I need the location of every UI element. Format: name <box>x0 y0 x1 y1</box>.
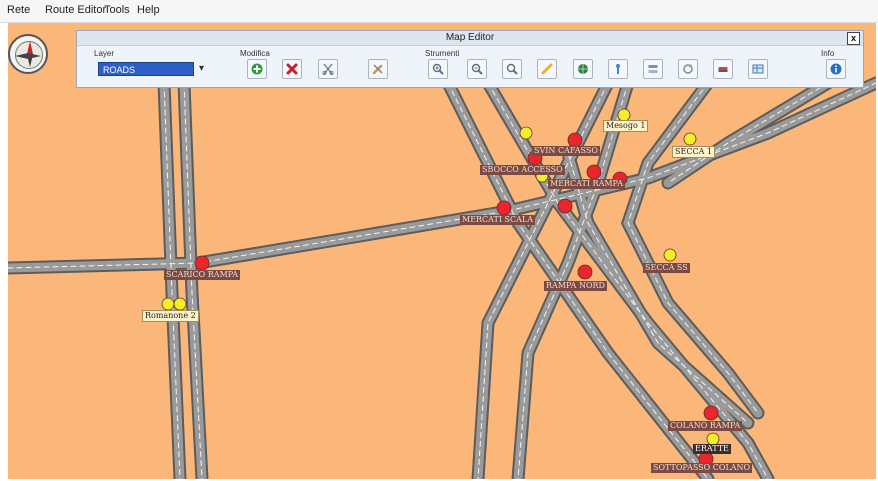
node-romanone-b <box>173 297 187 311</box>
zoom-out-button[interactable] <box>467 59 487 79</box>
menu-rete[interactable]: Rete <box>7 4 30 16</box>
zoom-in-button[interactable] <box>428 59 448 79</box>
menu-bar: Rete Route Editor Tools Help <box>0 0 878 23</box>
compass-rose-icon[interactable] <box>8 34 48 74</box>
editor-title: Map Editor <box>445 32 495 43</box>
layer-select[interactable]: ROADS <box>98 62 194 76</box>
zoom-extent-icon <box>506 63 518 75</box>
zoom-in-icon <box>432 63 444 75</box>
add-icon <box>251 63 263 75</box>
node-romanone-a <box>161 297 175 311</box>
label-mercati-scala: MERCATI SCALA <box>460 215 536 225</box>
node-center <box>557 198 573 214</box>
cut-button[interactable] <box>318 59 338 79</box>
label-rampa-nord: RAMPA NORD <box>544 281 607 291</box>
zoom-out-icon <box>471 63 483 75</box>
label-svincolo: SVIN CAFASSO <box>532 146 600 156</box>
label-sbocco: SBOCCO ACCESSO <box>480 165 565 175</box>
table-button[interactable] <box>748 59 768 79</box>
group-label-layer: Layer <box>94 49 115 58</box>
info-button[interactable] <box>826 59 846 79</box>
layers-icon <box>648 65 658 73</box>
node-mercati-scala <box>496 200 512 216</box>
node-svincolo-b <box>567 132 583 148</box>
eraser-button[interactable] <box>713 59 733 79</box>
chevron-down-icon[interactable]: ▾ <box>199 63 204 74</box>
label-romanone2: Romanone 2 <box>142 310 199 322</box>
label-mercati-ramp: MERCATI RAMPA <box>548 179 625 189</box>
draw-button[interactable] <box>537 59 557 79</box>
label-scarico: SCARICO RAMPA <box>164 270 241 280</box>
label-sottopasso: SOTTOPASSO COLANO <box>651 463 753 473</box>
compass-needle-west <box>15 53 28 59</box>
node-rampa-nord <box>577 264 593 280</box>
refresh-icon <box>683 64 693 74</box>
globe-button[interactable] <box>573 59 593 79</box>
menu-route-editor[interactable]: Route Editor <box>45 4 106 16</box>
label-colano-rampa: COLANO RAMPA <box>668 421 743 431</box>
scissors-icon <box>322 63 334 75</box>
compass-needle-east <box>28 53 41 59</box>
eraser-icon <box>718 67 728 72</box>
add-button[interactable] <box>247 59 267 79</box>
pencil-icon <box>541 63 553 75</box>
group-label-info: Info <box>821 49 835 58</box>
node-secca1 <box>683 132 697 146</box>
menu-tools[interactable]: Tools <box>104 4 130 16</box>
node-mercati-ramp <box>586 164 602 180</box>
road-network <box>8 76 876 479</box>
delete-icon <box>286 63 298 75</box>
tools-button[interactable] <box>368 59 388 79</box>
group-label-modifica: Modifica <box>240 49 270 58</box>
label-secca1: SECCA 1 <box>672 146 715 158</box>
menu-help[interactable]: Help <box>137 4 160 16</box>
wrench-icon <box>372 64 383 75</box>
node-scarico <box>194 255 210 271</box>
node-colano <box>703 405 719 421</box>
globe-icon <box>578 64 588 74</box>
label-mesogo1: Mesogo 1 <box>603 120 649 132</box>
map-canvas[interactable]: Mesogo 1 SECCA 1 SVIN CAFASSO SBOCCO ACC… <box>8 23 876 479</box>
label-eratte: ERATTE <box>693 444 731 454</box>
zoom-extent-button[interactable] <box>502 59 522 79</box>
refresh-button[interactable] <box>678 59 698 79</box>
pin-icon <box>616 64 620 74</box>
road-main-east-west <box>8 76 876 275</box>
label-secca-ss: SECCA SS <box>643 263 690 273</box>
info-icon <box>830 63 842 75</box>
close-button[interactable]: x <box>847 32 860 45</box>
editor-titlebar[interactable]: Map Editor x <box>77 31 863 46</box>
table-icon <box>752 64 764 74</box>
node-yellow-a <box>519 126 533 140</box>
node-secca-ss <box>663 248 677 262</box>
group-label-strumenti: Strumenti <box>425 49 460 58</box>
delete-button[interactable] <box>282 59 302 79</box>
pin-button[interactable] <box>608 59 628 79</box>
map-editor-panel: Map Editor x Layer Modifica Strumenti In… <box>76 30 864 88</box>
layers-button[interactable] <box>643 59 663 79</box>
